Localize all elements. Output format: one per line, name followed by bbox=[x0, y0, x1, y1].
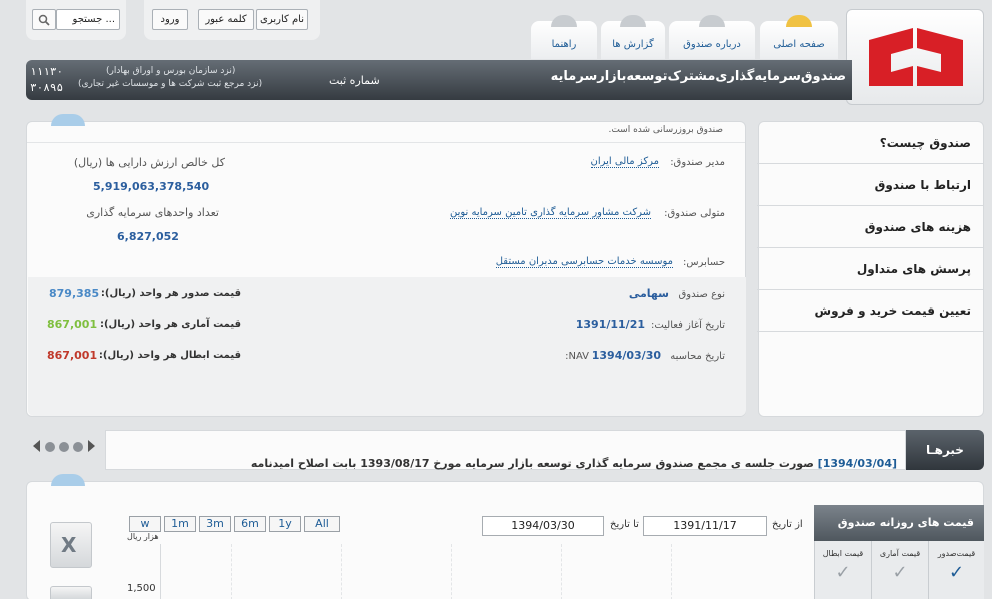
nav-date-label: تاریخ محاسبه bbox=[670, 351, 725, 362]
from-date-input[interactable]: 1391/11/17 bbox=[643, 516, 767, 536]
tab-help[interactable]: راهنما bbox=[531, 15, 597, 59]
reg-sec-label: (نزد سازمان بورس و اوراق بهادار) bbox=[106, 66, 236, 76]
login-button[interactable]: ورود bbox=[152, 9, 188, 30]
reg-sec-number: ۱۱۱۳۰ bbox=[30, 65, 64, 78]
news-ticker[interactable]: [1394/03/04] صورت جلسه ی مجمع صندوق سرما… bbox=[105, 430, 906, 470]
units-value: 6,827,052 bbox=[117, 230, 179, 243]
auditor-link[interactable]: موسسه خدمات حسابرسی مدبران مستقل bbox=[495, 256, 673, 268]
range-1y-button[interactable]: 1y bbox=[269, 516, 301, 532]
title-bar: صندوق‌سرمایه‌گذاری‌مشترک‌توسعه‌بازارسرما… bbox=[26, 60, 852, 100]
nav-date-suffix: NAV: bbox=[565, 351, 589, 362]
tab-label: گزارش ها bbox=[612, 39, 654, 50]
issue-price-label: قیمت صدور هر واحد (ریال): bbox=[100, 288, 241, 299]
toggle-redeem-price[interactable]: قیمت ابطال ✓ bbox=[814, 541, 871, 599]
toggle-stat-price[interactable]: قیمت آماری ✓ bbox=[871, 541, 928, 599]
tab-label: صفحه اصلی bbox=[773, 39, 825, 50]
tab-about[interactable]: درباره صندوق bbox=[669, 15, 755, 59]
news-item-text[interactable]: صورت جلسه ی مجمع صندوق سرمایه گذاری توسع… bbox=[251, 457, 814, 470]
fund-type-value: سهامی bbox=[628, 287, 669, 300]
pager-dot[interactable] bbox=[73, 442, 83, 452]
range-1m-button[interactable]: 1m bbox=[164, 516, 196, 532]
news-title: خبرهـا bbox=[906, 430, 984, 470]
reg-company-number: ۳۰۸۹۵ bbox=[30, 81, 64, 94]
tab-label: درباره صندوق bbox=[683, 39, 741, 50]
col-label: قیمت ابطال bbox=[822, 549, 864, 558]
redeem-price-label: قیمت ابطال هر واحد (ریال): bbox=[98, 350, 241, 361]
tab-label: راهنما bbox=[551, 39, 577, 50]
login-panel: ورود کلمه عبور نام کاربری bbox=[144, 0, 320, 40]
sidebar: صندوق چیست؟ ارتباط با صندوق هزینه های صن… bbox=[757, 121, 984, 417]
sidebar-item-fees[interactable]: هزینه های صندوق bbox=[757, 206, 983, 248]
units-label: تعداد واحدهای سرمایه گذاری bbox=[86, 206, 219, 219]
sidebar-item-pricing[interactable]: تعیین قیمت خرید و فروش bbox=[757, 290, 983, 332]
range-all-button[interactable]: All bbox=[304, 516, 340, 532]
col-label: قیمت آماری bbox=[879, 549, 921, 558]
range-week-button[interactable]: w bbox=[129, 516, 161, 532]
fund-type-label: نوع صندوق bbox=[678, 289, 725, 300]
start-date-label: تاریخ آغاز فعالیت: bbox=[650, 320, 725, 331]
daily-prices-title: قیمت های روزانه صندوق bbox=[814, 505, 984, 541]
fund-info-panel: صندوق بروزرسانی شده است. مدیر صندوق: مرک… bbox=[26, 114, 746, 417]
check-icon: ✓ bbox=[835, 562, 851, 583]
next-arrow-icon[interactable] bbox=[88, 440, 95, 452]
y-axis-tick: 1,500 bbox=[127, 583, 156, 594]
sidebar-item-what-is-fund[interactable]: صندوق چیست؟ bbox=[757, 122, 983, 164]
manager-link[interactable]: مرکز مالی ایران bbox=[590, 156, 659, 168]
logo-mark-icon bbox=[869, 28, 963, 86]
stat-price-value: 867,001 bbox=[47, 318, 98, 331]
search-panel: جستجو ... bbox=[26, 0, 126, 40]
search-icon bbox=[38, 14, 50, 26]
range-3m-button[interactable]: 3m bbox=[199, 516, 231, 532]
to-date-input[interactable]: 1394/03/30 bbox=[482, 516, 604, 536]
sidebar-item-faq[interactable]: پرسش های متداول bbox=[757, 248, 983, 290]
custodian-link[interactable]: شرکت مشاور سرمایه گذاری تامین سرمایه نوی… bbox=[449, 207, 651, 219]
reg-company-label: (نزد مرجع ثبت شرکت ها و موسسات غیر تجاری… bbox=[78, 79, 263, 89]
prev-arrow-icon[interactable] bbox=[33, 440, 40, 452]
from-date-label: از تاریخ bbox=[772, 519, 803, 530]
tab-reports[interactable]: گزارش ها bbox=[601, 15, 665, 59]
export-excel-icon[interactable]: X bbox=[50, 522, 92, 568]
search-button[interactable] bbox=[32, 9, 56, 30]
nav-total-label: کل خالص ارزش دارایی ها (ریال) bbox=[73, 156, 225, 169]
nav-total-value: 5,919,063,378,540 bbox=[93, 180, 210, 193]
news-pager bbox=[33, 439, 98, 455]
fund-name: صندوق‌سرمایه‌گذاری‌مشترک‌توسعه‌بازارسرما… bbox=[550, 69, 846, 84]
auditor-label: حسابرس: bbox=[682, 257, 725, 268]
pager-dot[interactable] bbox=[59, 442, 69, 452]
manager-label: مدیر صندوق: bbox=[670, 157, 725, 168]
password-field[interactable]: کلمه عبور bbox=[198, 9, 254, 30]
to-date-label: تا تاریخ bbox=[610, 519, 639, 530]
search-input[interactable]: جستجو ... bbox=[56, 9, 120, 30]
col-label: قیمت‌صدور bbox=[937, 549, 976, 558]
range-6m-button[interactable]: 6m bbox=[234, 516, 266, 532]
export-file-icon[interactable] bbox=[50, 586, 92, 599]
y-axis-unit: هزار ریال bbox=[127, 532, 159, 541]
redeem-price-value: 867,001 bbox=[47, 349, 98, 362]
pager-dot[interactable] bbox=[45, 442, 55, 452]
username-field[interactable]: نام کاربری bbox=[256, 9, 308, 30]
toggle-issue-price[interactable]: قیمت‌صدور ✓ bbox=[928, 541, 984, 599]
start-date-value: 1391/11/21 bbox=[575, 318, 645, 331]
fund-logo[interactable] bbox=[846, 9, 984, 105]
issue-price-value: 879,385 bbox=[49, 287, 100, 300]
sidebar-item-contact[interactable]: ارتباط با صندوق bbox=[757, 164, 983, 206]
registration-label: شماره ثبت bbox=[329, 74, 380, 87]
check-icon: ✓ bbox=[948, 562, 965, 583]
nav-date-value: 1394/03/30 bbox=[591, 349, 661, 362]
check-icon: ✓ bbox=[892, 562, 908, 583]
news-item-date[interactable]: [1394/03/04] bbox=[818, 457, 897, 470]
stat-price-label: قیمت آماری هر واحد (ریال): bbox=[99, 319, 241, 330]
tab-home[interactable]: صفحه اصلی bbox=[760, 15, 838, 59]
update-note: صندوق بروزرسانی شده است. bbox=[608, 125, 723, 135]
chart-plot-area bbox=[160, 544, 810, 599]
custodian-label: متولی صندوق: bbox=[664, 208, 725, 219]
